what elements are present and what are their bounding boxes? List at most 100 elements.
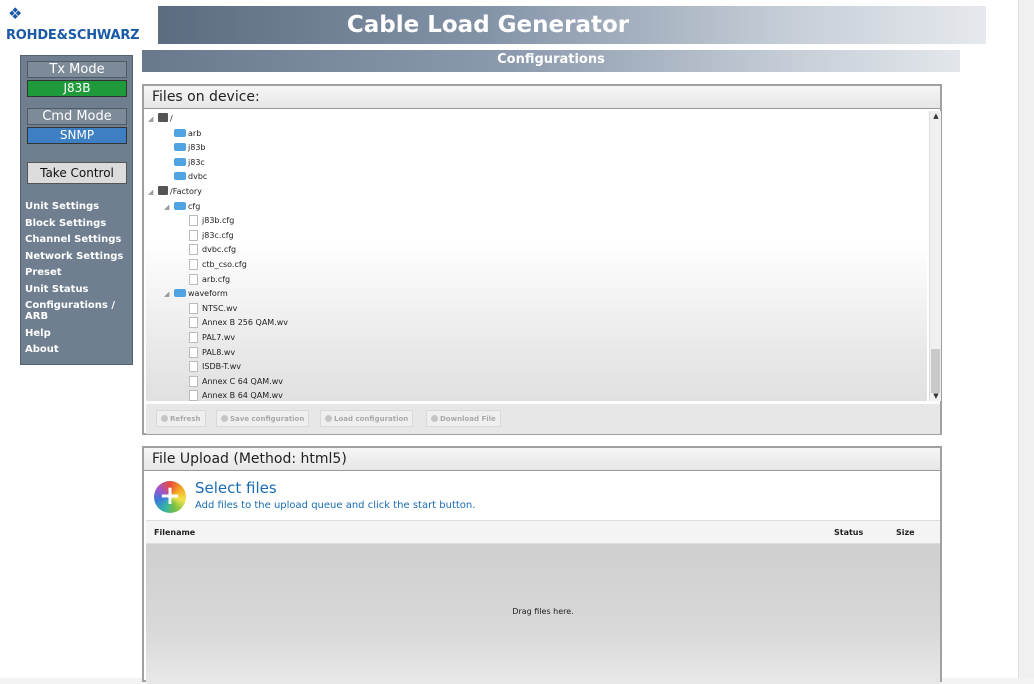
tree-item[interactable]: ◢ waveform: [164, 287, 228, 301]
tree-item[interactable]: PAL8.wv: [189, 346, 235, 360]
app-title: Cable Load Generator: [346, 12, 630, 38]
file-icon: [189, 229, 198, 241]
file-tree[interactable]: ◢ / arb j83b j83c dvbc ◢/Factory ◢ cfg j83b.cfg j8…: [146, 111, 927, 401]
upload-header: + Select files Add files to the upload q…: [146, 472, 940, 520]
rohde-schwarz-logo: ❖ ROHDE&SCHWARZ: [6, 6, 156, 46]
drive-icon: [158, 113, 168, 122]
tree-item[interactable]: PAL7.wv: [189, 331, 235, 345]
take-control-button[interactable]: Take Control: [27, 162, 127, 184]
logo-text: ROHDE&SCHWARZ: [6, 28, 140, 43]
tree-item-label: j83c: [188, 157, 205, 167]
logo-diamond-icon: ❖: [8, 4, 23, 23]
tree-item[interactable]: Annex C 64 QAM.wv: [189, 375, 283, 389]
tree-item-label: NTSC.wv: [202, 303, 238, 313]
tree-item-label: arb: [188, 128, 202, 138]
refresh-icon: [161, 415, 168, 422]
tree-item-label: PAL7.wv: [202, 333, 236, 342]
download-file-button[interactable]: Download File: [426, 410, 501, 427]
tree-item[interactable]: j83b: [174, 141, 205, 155]
tree-item-label: /: [170, 114, 173, 123]
tx-mode-label: Tx Mode: [27, 61, 127, 78]
tree-item-label: j83b: [188, 143, 206, 153]
title-banner: Cable Load Generator: [158, 6, 986, 44]
scrollbar-thumb[interactable]: [931, 349, 940, 393]
expand-arrow-icon[interactable]: ◢: [148, 112, 158, 126]
expand-arrow-icon[interactable]: ◢: [148, 185, 158, 199]
file-icon: [189, 273, 198, 285]
file-tree-scrollbar[interactable]: ▲ ▼: [929, 111, 941, 401]
tree-item-label: ISDB-T.wv: [202, 362, 241, 372]
select-files-link[interactable]: Select files: [195, 479, 277, 497]
page-scrollbar[interactable]: [1018, 0, 1034, 678]
tree-item-label: Annex C 64 QAM.wv: [202, 376, 284, 386]
tree-item-label: arb.cfg: [202, 274, 231, 284]
save-configuration-label: Save configuration: [230, 415, 305, 423]
file-icon: [189, 215, 198, 227]
drop-zone[interactable]: Drag files here.: [146, 544, 940, 684]
tree-item[interactable]: ◢ cfg: [164, 200, 200, 214]
tree-item[interactable]: ◢ /: [148, 112, 173, 126]
drive-icon: [158, 186, 168, 195]
sidebar-item-unit-settings[interactable]: Unit Settings: [25, 201, 133, 218]
sidebar-item-preset[interactable]: Preset: [25, 267, 133, 284]
tree-item-label: PAL8.wv: [202, 347, 236, 357]
refresh-button[interactable]: Refresh: [156, 410, 206, 427]
save-icon: [221, 415, 228, 422]
tree-item[interactable]: Annex B 256 QAM.wv: [189, 316, 288, 330]
sidebar-item-unit-status[interactable]: Unit Status: [25, 284, 133, 301]
sidebar-item-configurations-arb[interactable]: Configurations / ARB: [25, 300, 133, 328]
add-files-icon[interactable]: +: [154, 481, 186, 513]
tree-item-label: Annex B 64 QAM.wv: [202, 391, 283, 401]
folder-icon: [174, 201, 186, 210]
sidebar-item-help[interactable]: Help: [25, 328, 133, 345]
file-icon: [189, 375, 198, 387]
file-icon: [189, 390, 198, 401]
files-panel: Files on device: ◢ / arb j83b j83c dvbc ◢/Fact…: [142, 84, 942, 435]
upload-columns-header: Filename Status Size: [146, 520, 940, 544]
sidebar-item-channel-settings[interactable]: Channel Settings: [25, 234, 133, 251]
folder-icon: [174, 157, 186, 166]
tree-item[interactable]: dvbc.cfg: [189, 243, 236, 257]
tree-item[interactable]: Annex B 64 QAM.wv: [189, 389, 283, 401]
file-icon: [189, 317, 198, 329]
folder-icon: [174, 172, 186, 181]
scroll-down-arrow-icon[interactable]: ▼: [930, 391, 942, 401]
scroll-up-arrow-icon[interactable]: ▲: [930, 111, 942, 121]
upload-panel-title: File Upload (Method: html5): [144, 448, 940, 471]
cmd-mode-label: Cmd Mode: [27, 108, 127, 125]
load-configuration-label: Load configuration: [334, 415, 409, 423]
section-banner: Configurations: [142, 50, 960, 72]
sidebar-item-network-settings[interactable]: Network Settings: [25, 251, 133, 268]
tree-item-label: cfg: [188, 201, 201, 211]
expand-arrow-icon[interactable]: ◢: [164, 200, 174, 214]
tree-item[interactable]: NTSC.wv: [189, 302, 237, 316]
tree-item[interactable]: j83c: [174, 156, 205, 170]
tree-item-label: Annex B 256 QAM.wv: [202, 318, 289, 328]
column-status: Status: [834, 528, 864, 537]
tree-item[interactable]: dvbc: [174, 170, 207, 184]
expand-arrow-icon[interactable]: ◢: [164, 287, 174, 301]
download-icon: [431, 415, 438, 422]
file-icon: [189, 302, 198, 314]
tree-item[interactable]: j83c.cfg: [189, 229, 234, 243]
save-configuration-button[interactable]: Save configuration: [216, 410, 310, 427]
sidebar-item-about[interactable]: About: [25, 344, 133, 361]
tree-item[interactable]: arb: [174, 127, 201, 141]
files-panel-title: Files on device:: [144, 86, 940, 109]
tree-item-label: /Factory: [170, 187, 202, 196]
tree-item-label: dvbc: [188, 172, 208, 182]
tree-item-label: ctb_cso.cfg: [202, 260, 247, 269]
load-configuration-button[interactable]: Load configuration: [320, 410, 414, 427]
tree-item[interactable]: ISDB-T.wv: [189, 360, 241, 374]
load-icon: [325, 415, 332, 422]
tree-item[interactable]: j83b.cfg: [189, 214, 234, 228]
file-icon: [189, 244, 198, 256]
tree-item[interactable]: arb.cfg: [189, 273, 230, 287]
page-title: Configurations: [497, 52, 605, 67]
folder-icon: [174, 289, 186, 298]
tree-item-label: waveform: [188, 289, 228, 299]
tree-item[interactable]: ◢ /Factory: [148, 185, 202, 199]
tree-item[interactable]: ctb_cso.cfg: [189, 258, 247, 272]
file-icon: [189, 361, 198, 373]
sidebar-item-block-settings[interactable]: Block Settings: [25, 218, 133, 235]
